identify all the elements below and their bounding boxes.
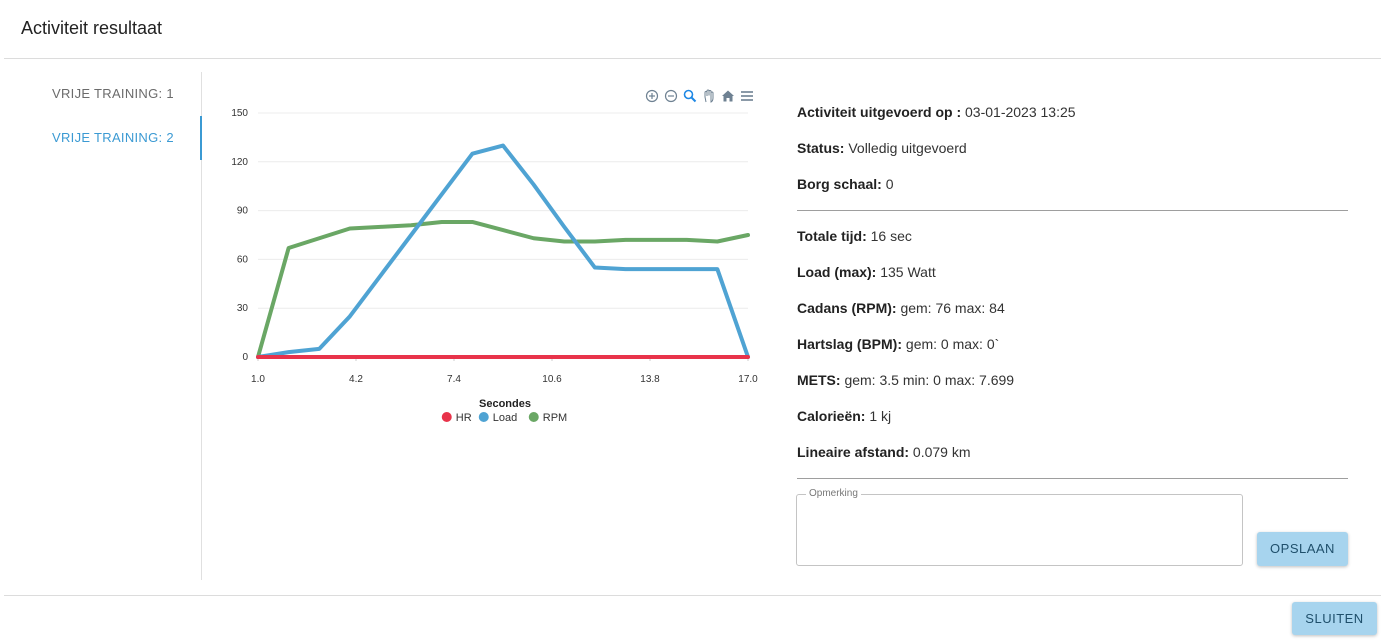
y-tick-label: 150 [231, 108, 248, 119]
info-linear-distance: Lineaire afstand: 0.079 km [797, 444, 971, 460]
info-load-max: Load (max): 135 Watt [797, 264, 936, 280]
info-value: gem: 0 max: 0` [902, 336, 1000, 352]
info-divider [797, 210, 1348, 211]
legend-marker-hr [441, 412, 452, 422]
x-tick-label: 10.6 [542, 374, 562, 385]
info-mets: METS: gem: 3.5 min: 0 max: 7.699 [797, 372, 1014, 388]
info-value: gem: 76 max: 84 [896, 300, 1005, 316]
info-heartrate: Hartslag (BPM): gem: 0 max: 0` [797, 336, 999, 352]
dialog-title: Activiteit resultaat [21, 18, 163, 38]
info-value: 0.079 km [909, 444, 971, 460]
info-performed-on: Activiteit uitgevoerd op : 03-01-2023 13… [797, 104, 1076, 120]
active-tab-indicator [200, 116, 202, 160]
sidebar-item-vrije-training-1[interactable]: VRIJE TRAINING: 1 [4, 72, 202, 116]
info-label: Calorieën: [797, 408, 866, 424]
info-label: Totale tijd: [797, 228, 867, 244]
note-input[interactable] [800, 506, 1238, 560]
y-tick-label: 60 [237, 254, 249, 265]
x-tick-label: 4.2 [349, 374, 363, 385]
info-label: Activiteit uitgevoerd op : [797, 104, 962, 120]
info-calories: Calorieën: 1 kj [797, 408, 891, 424]
x-tick-label: 13.8 [640, 374, 660, 385]
header-divider [4, 58, 1381, 59]
legend-label-load: Load [493, 412, 517, 424]
info-borg-scale: Borg schaal: 0 [797, 176, 894, 192]
info-label: Cadans (RPM): [797, 300, 897, 316]
info-value: 1 kj [865, 408, 892, 424]
info-label: Lineaire afstand: [797, 444, 910, 460]
info-value: gem: 3.5 min: 0 max: 7.699 [840, 372, 1015, 388]
x-tick-label: 1.0 [251, 374, 265, 385]
info-value: 16 sec [866, 228, 912, 244]
training-sidebar: VRIJE TRAINING: 1 VRIJE TRAINING: 2 [4, 72, 202, 580]
series-line-load [256, 143, 750, 359]
y-tick-label: 90 [237, 206, 249, 217]
info-label: Status: [797, 140, 845, 156]
info-value: 0 [881, 176, 894, 192]
legend-label-rpm: RPM [543, 412, 567, 424]
info-total-time: Totale tijd: 16 sec [797, 228, 912, 244]
info-value: 135 Watt [876, 264, 936, 280]
info-label: METS: [797, 372, 841, 388]
y-tick-label: 0 [242, 352, 248, 363]
y-tick-label: 120 [231, 157, 248, 168]
activity-chart: 0 30 60 90 120 150 1.0 4.2 7.4 10.6 13.8 17.0 Second… [210, 80, 770, 440]
info-value: Volledig uitgevoerd [844, 140, 967, 156]
info-label: Load (max): [797, 264, 877, 280]
info-status: Status: Volledig uitgevoerd [797, 140, 967, 156]
info-cadence: Cadans (RPM): gem: 76 max: 84 [797, 300, 1005, 316]
x-tick-label: 7.4 [447, 374, 461, 385]
legend-label-hr: HR [456, 412, 472, 424]
info-divider [797, 478, 1348, 479]
info-value: 03-01-2023 13:25 [961, 104, 1076, 120]
legend-marker-rpm [528, 412, 539, 422]
footer-divider [4, 595, 1381, 596]
x-tick-label: 17.0 [738, 374, 758, 385]
y-tick-label: 30 [237, 303, 249, 314]
legend-marker-load [478, 412, 489, 422]
save-button[interactable]: OPSLAAN [1257, 532, 1348, 566]
close-button[interactable]: SLUITEN [1292, 602, 1377, 635]
line-chart-svg: 0 30 60 90 120 150 1.0 4.2 7.4 10.6 13.8 17.0 Second… [231, 108, 758, 424]
note-field-label: Opmerking [806, 488, 861, 499]
sidebar-item-vrije-training-2[interactable]: VRIJE TRAINING: 2 [4, 116, 202, 160]
x-axis-title: Secondes [479, 398, 531, 410]
info-label: Borg schaal: [797, 176, 882, 192]
info-label: Hartslag (BPM): [797, 336, 903, 352]
